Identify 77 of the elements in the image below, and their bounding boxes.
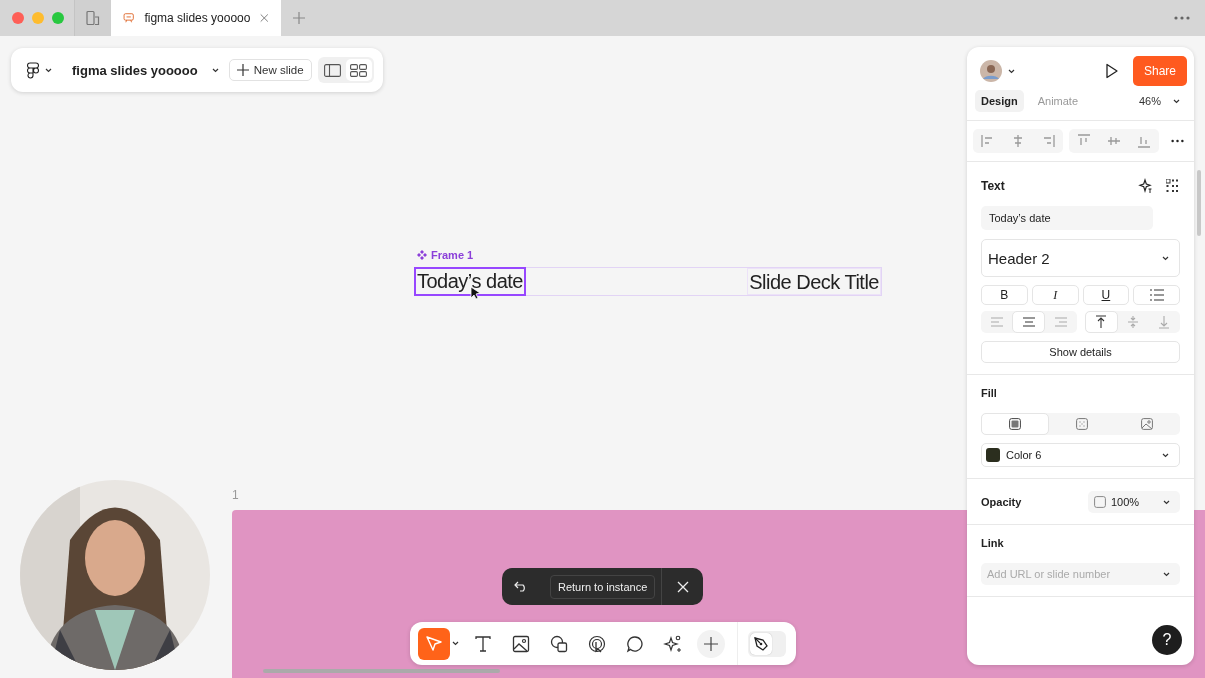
- grid-icon: [350, 63, 368, 77]
- text-align-top-button[interactable]: [1084, 311, 1118, 333]
- devices-icon: [85, 10, 101, 26]
- shapes-icon: [550, 634, 568, 653]
- play-icon[interactable]: [1104, 63, 1119, 79]
- more-icon[interactable]: [1171, 139, 1184, 143]
- gradient-fill-icon: [1075, 418, 1088, 430]
- undo-icon[interactable]: [514, 581, 528, 592]
- list-button[interactable]: [1133, 285, 1180, 305]
- align-center-icon: [1021, 317, 1036, 327]
- align-top-icon: [1095, 315, 1108, 329]
- align-right-icon: [1053, 317, 1068, 327]
- format-button[interactable]: I: [1031, 285, 1079, 305]
- list-icon: [1149, 289, 1164, 301]
- sparkle-icon: [663, 633, 683, 654]
- fill-solid-button[interactable]: [981, 413, 1049, 435]
- image-fill-icon: [1141, 418, 1154, 430]
- text-style-dropdown[interactable]: Header 2: [981, 239, 1180, 277]
- scrollbar[interactable]: [263, 669, 500, 673]
- plus-tool-button[interactable]: [697, 629, 725, 658]
- help-button[interactable]: ?: [1152, 625, 1182, 655]
- new-slide-button[interactable]: New slide: [228, 59, 312, 81]
- section-title: Fill: [981, 387, 998, 399]
- main-menu-button[interactable]: [27, 61, 52, 79]
- slide-text[interactable]: Slide Deck Title: [747, 268, 881, 295]
- align-left-icon: [989, 317, 1004, 327]
- styles-grid-icon[interactable]: [1166, 179, 1180, 193]
- text-icon: [474, 634, 492, 653]
- plus-icon: [704, 636, 718, 651]
- opacity-field[interactable]: 100%: [1088, 491, 1180, 513]
- scrollbar[interactable]: [1197, 170, 1201, 236]
- image-icon: [512, 634, 530, 653]
- text-field[interactable]: Today’s date: [981, 206, 1153, 230]
- avatar-icon[interactable]: [980, 60, 1002, 82]
- format-button[interactable]: U: [1082, 285, 1130, 305]
- figma-logo-icon: [27, 61, 39, 79]
- sparkle-icon[interactable]: [1138, 178, 1154, 194]
- close-window-button[interactable]: [12, 12, 24, 24]
- link-field[interactable]: Add URL or slide number: [981, 563, 1180, 585]
- zoom-menu[interactable]: 46%: [1138, 95, 1180, 107]
- caret-icon: [1163, 499, 1170, 505]
- browser-tab[interactable]: figma slides yooooo: [111, 0, 281, 36]
- caret-icon[interactable]: [452, 641, 459, 646]
- caret-icon: [211, 67, 219, 73]
- caret-icon: [45, 67, 52, 73]
- caret-icon: [1173, 98, 1180, 104]
- slide-number: 1: [232, 488, 239, 502]
- caret-icon[interactable]: [1008, 68, 1015, 74]
- section-title: Link: [981, 537, 1005, 549]
- align-bottom-icon: [1158, 315, 1171, 329]
- solid-fill-icon: [1008, 418, 1021, 430]
- format-button[interactable]: B: [981, 285, 1028, 305]
- return-to-instance-button[interactable]: Return to instance: [550, 574, 656, 599]
- plus-icon: [236, 64, 249, 76]
- new-tab-icon[interactable]: [293, 12, 305, 24]
- grid-view-button[interactable]: [345, 59, 372, 81]
- frame-label[interactable]: Frame 1: [417, 249, 474, 261]
- file-name-menu[interactable]: figma slides yooooo: [72, 62, 219, 78]
- caret-icon: [1162, 452, 1169, 458]
- show-details-button[interactable]: Show details: [981, 341, 1180, 363]
- opacity-icon: [1094, 496, 1106, 508]
- section-title: Text: [981, 179, 1005, 193]
- touch-icon: [588, 634, 606, 653]
- slide-text[interactable]: Today’s date: [414, 267, 526, 296]
- caret-icon[interactable]: [1163, 572, 1170, 577]
- component-icon: [417, 250, 427, 260]
- home-tab[interactable]: [74, 0, 111, 36]
- align-middle-icon: [1127, 315, 1140, 329]
- pen-toggle[interactable]: [748, 630, 786, 657]
- panel-icon: [324, 63, 342, 77]
- comment-icon: [626, 634, 644, 653]
- caret-icon: [1162, 255, 1169, 261]
- pen-icon: [752, 634, 770, 653]
- section-title: Opacity: [981, 496, 1022, 508]
- text-align-center-button[interactable]: [1012, 311, 1046, 333]
- fill-color-dropdown[interactable]: Color 6: [981, 443, 1180, 467]
- panel-tab[interactable]: Design: [975, 90, 1024, 112]
